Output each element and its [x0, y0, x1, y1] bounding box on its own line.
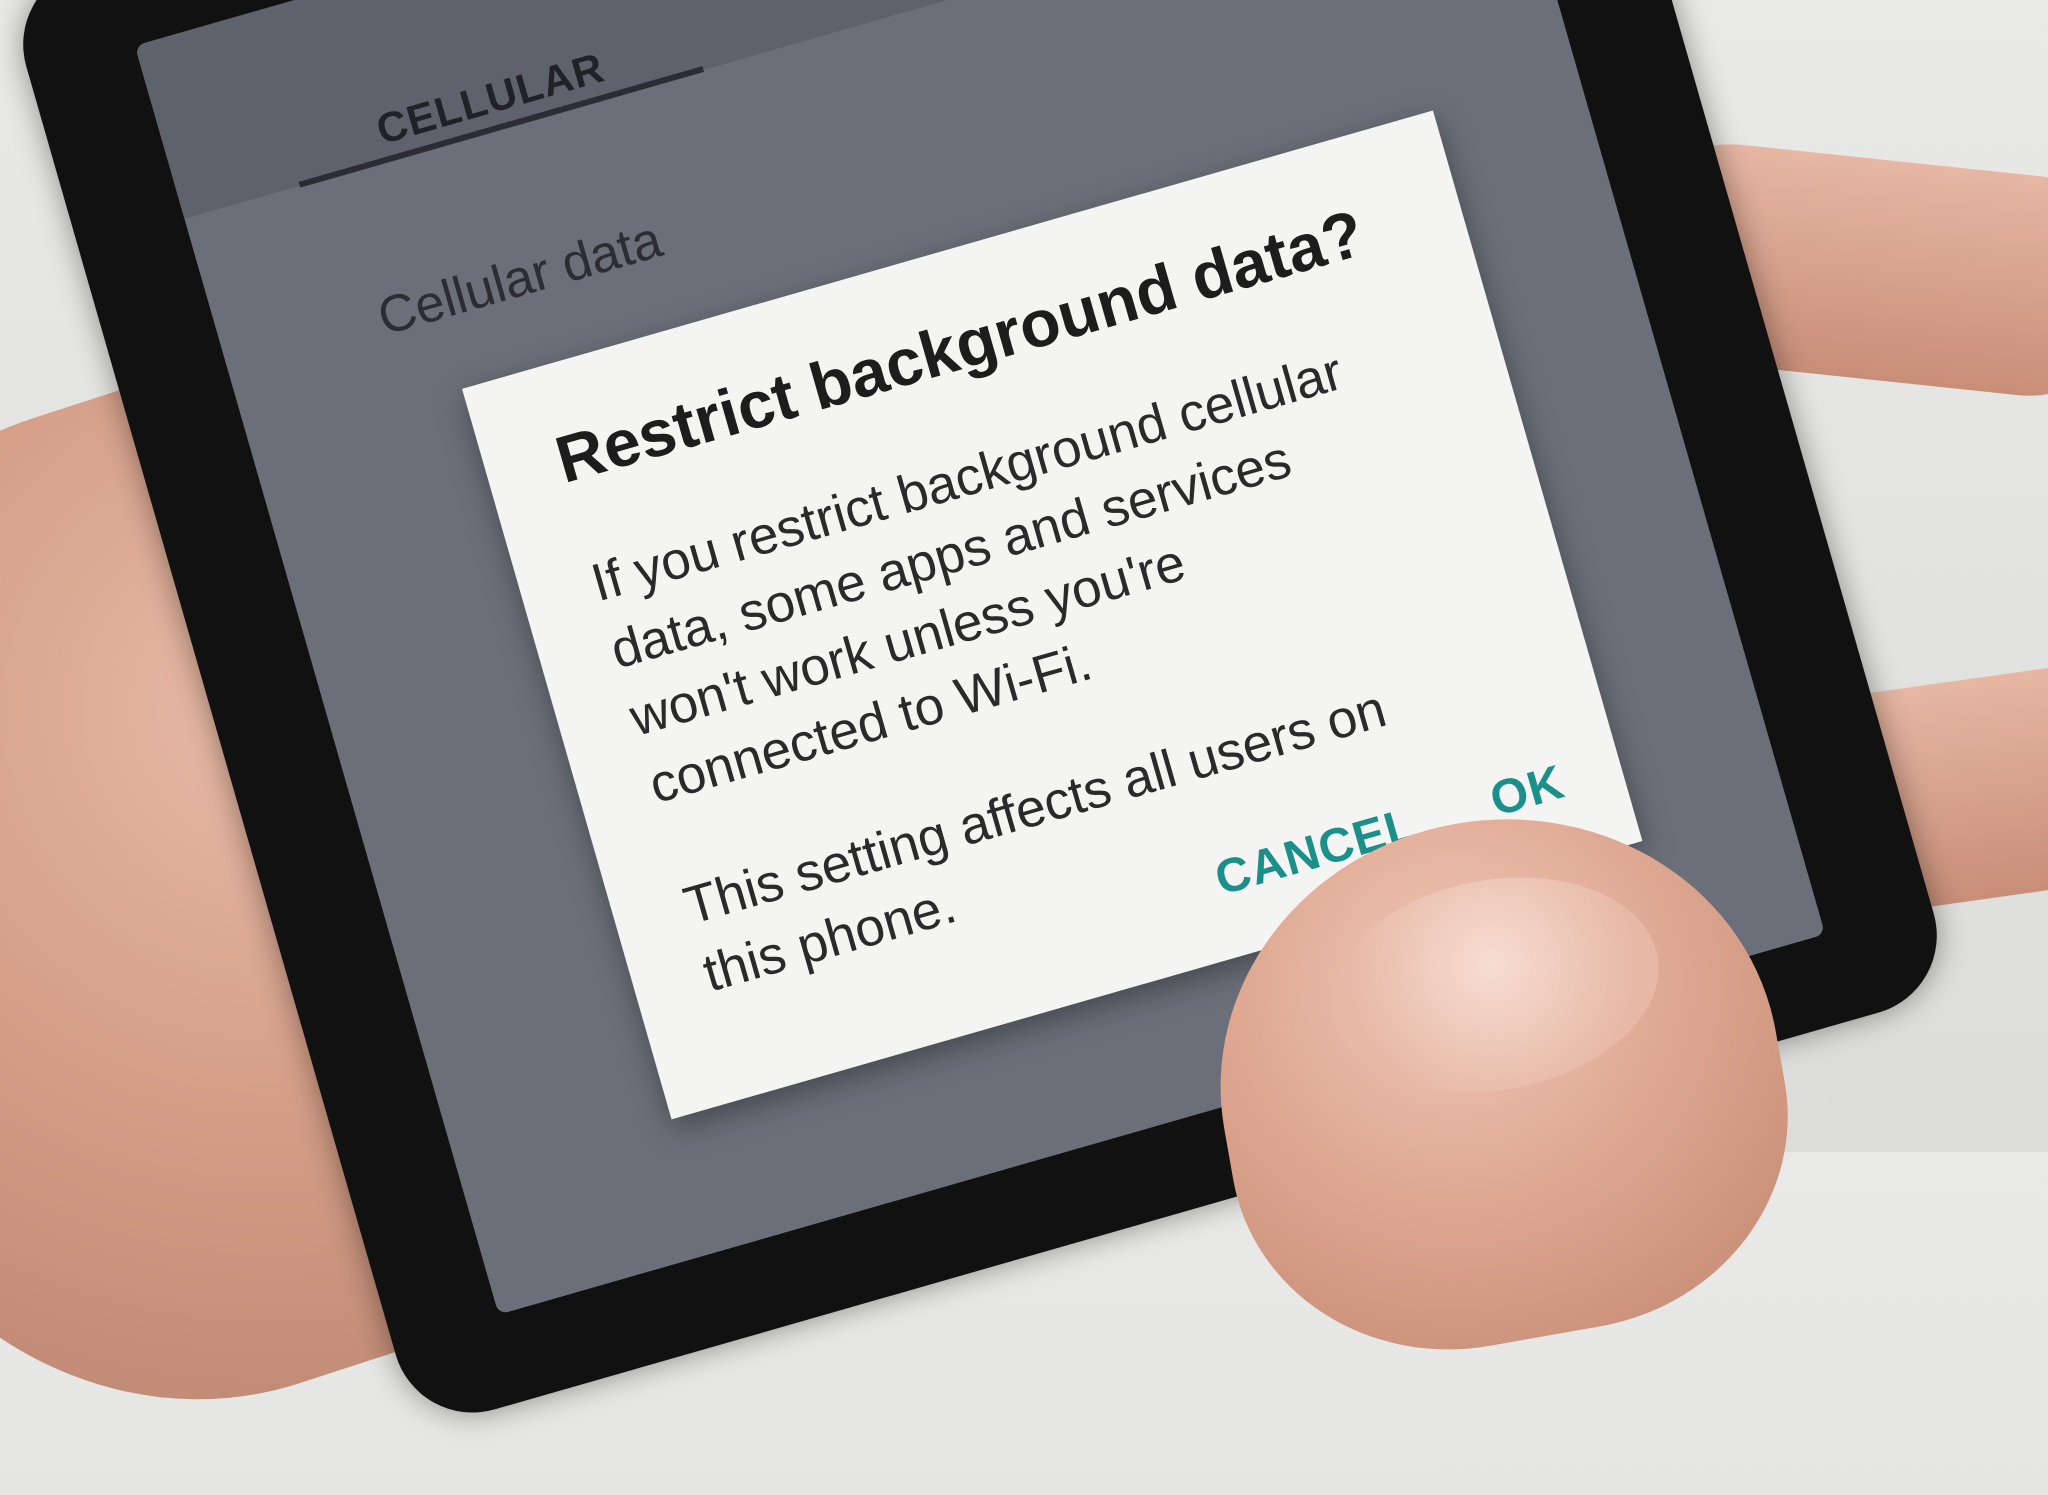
cellular-data-label: Cellular data: [371, 210, 669, 347]
tab-cellular[interactable]: CELLULAR: [371, 43, 609, 154]
